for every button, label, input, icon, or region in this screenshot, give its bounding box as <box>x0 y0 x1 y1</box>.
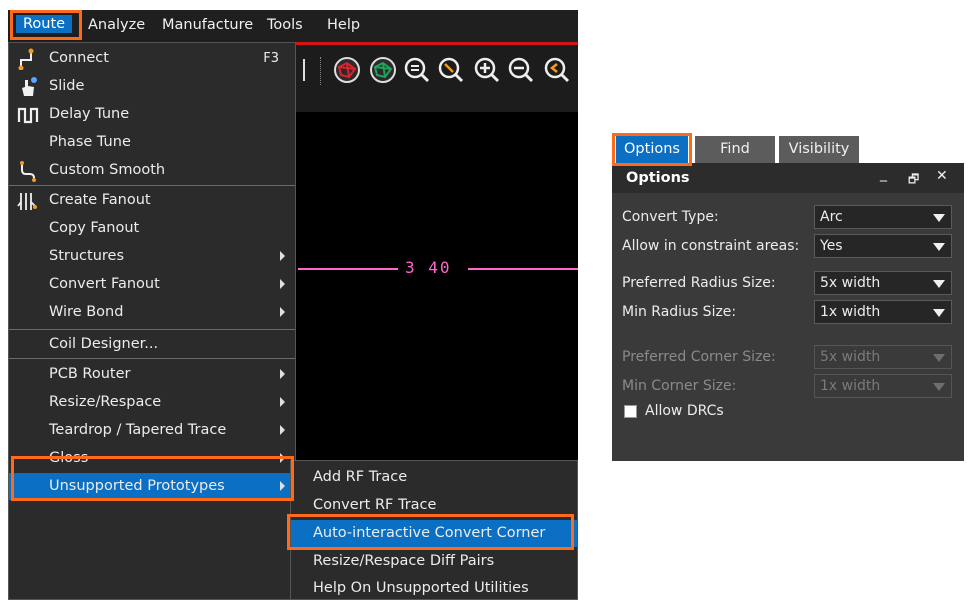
minimize-icon[interactable]: _ <box>880 166 887 182</box>
menu-tools[interactable]: Tools <box>267 17 303 33</box>
submenu-arrow-icon <box>280 279 285 289</box>
preferred-corner-label: Preferred Corner Size: <box>622 349 776 365</box>
submenu-arrow-icon <box>280 251 285 261</box>
menu-analyze[interactable]: Analyze <box>88 17 145 33</box>
restore-icon[interactable]: 🗗 <box>908 170 919 191</box>
menu-item-slide[interactable]: Slide <box>9 73 295 100</box>
panel-header: Options _ 🗗 ✕ <box>612 163 964 193</box>
menu-item-resize-respace[interactable]: Resize/Respace <box>9 389 295 416</box>
fanout-icon <box>17 193 37 210</box>
panel-title: Options <box>626 170 690 186</box>
menu-item-coil-designer[interactable]: Coil Designer... <box>9 331 295 358</box>
submenu-arrow-icon <box>280 453 285 463</box>
tab-find[interactable]: Find <box>695 136 775 163</box>
min-radius-label: Min Radius Size: <box>622 304 737 320</box>
menu-item-connect[interactable]: Connect F3 <box>9 45 295 72</box>
menu-item-phase-tune[interactable]: Phase Tune <box>9 129 295 156</box>
preferred-radius-label: Preferred Radius Size: <box>622 275 776 291</box>
toolbar-grip-icon <box>303 59 305 81</box>
menu-item-copy-fanout[interactable]: Copy Fanout <box>9 215 295 242</box>
delay-tune-icon <box>17 107 39 124</box>
allow-constraint-select[interactable]: Yes <box>814 234 952 258</box>
zoom-pan-icon[interactable] <box>436 55 466 85</box>
convert-type-select[interactable]: Arc <box>814 205 952 229</box>
dropdown-arrow-icon <box>933 309 945 317</box>
convert-type-label: Convert Type: <box>622 209 719 225</box>
custom-smooth-icon <box>20 161 36 182</box>
submenu-item-help-unsupported[interactable]: Help On Unsupported Utilities <box>291 575 577 600</box>
pcb-trace <box>468 268 578 270</box>
allow-drcs-checkbox[interactable] <box>624 405 637 418</box>
menu-item-delay-tune[interactable]: Delay Tune <box>9 101 295 128</box>
menubar: Route Analyze Manufacture Tools Help <box>8 10 578 42</box>
submenu-item-convert-rf-trace[interactable]: Convert RF Trace <box>291 492 577 519</box>
close-icon[interactable]: ✕ <box>936 168 948 184</box>
menu-item-gloss[interactable]: Gloss <box>9 445 295 472</box>
pcb-dimension-text: 3 40 <box>405 258 452 277</box>
menu-route[interactable]: Route <box>16 15 73 33</box>
menu-item-pcb-router[interactable]: PCB Router <box>9 361 295 388</box>
app-window: Route Analyze Manufacture Tools Help 3 4… <box>8 10 578 600</box>
tab-visibility[interactable]: Visibility <box>779 136 859 163</box>
dropdown-arrow-icon <box>933 383 945 391</box>
zoom-in-icon[interactable] <box>472 55 502 85</box>
panel-tabs: Options Find Visibility <box>612 133 964 163</box>
min-corner-label: Min Corner Size: <box>622 378 737 394</box>
pcb-trace <box>298 268 398 270</box>
submenu-item-add-rf-trace[interactable]: Add RF Trace <box>291 464 577 491</box>
menu-item-create-fanout[interactable]: Create Fanout <box>9 187 295 214</box>
tab-options[interactable]: Options <box>616 136 688 163</box>
allow-drcs-label: Allow DRCs <box>645 403 724 419</box>
menu-item-teardrop[interactable]: Teardrop / Tapered Trace <box>9 417 295 444</box>
slide-hand-icon <box>22 77 37 96</box>
preferred-corner-select: 5x width <box>814 345 952 369</box>
submenu-arrow-icon <box>280 481 285 491</box>
menu-item-wire-bond[interactable]: Wire Bond <box>9 299 295 326</box>
min-corner-select: 1x width <box>814 374 952 398</box>
menu-item-structures[interactable]: Structures <box>9 243 295 270</box>
dropdown-arrow-icon <box>933 354 945 362</box>
menu-item-unsupported-prototypes[interactable]: Unsupported Prototypes <box>9 473 295 500</box>
connect-icon <box>18 48 34 70</box>
dropdown-arrow-icon <box>933 280 945 288</box>
menu-item-convert-fanout[interactable]: Convert Fanout <box>9 271 295 298</box>
unsupported-prototypes-submenu: Add RF Trace Convert RF Trace Auto-inter… <box>290 460 578 600</box>
preferred-radius-select[interactable]: 5x width <box>814 271 952 295</box>
submenu-arrow-icon <box>280 397 285 407</box>
menu-manufacture[interactable]: Manufacture <box>162 17 253 33</box>
zoom-list-icon[interactable] <box>402 55 432 85</box>
submenu-arrow-icon <box>280 307 285 317</box>
min-radius-select[interactable]: 1x width <box>814 300 952 324</box>
ratsnest-green-icon[interactable] <box>368 55 398 85</box>
zoom-out-icon[interactable] <box>506 55 536 85</box>
toolbar <box>288 42 578 112</box>
submenu-item-resize-respace-diff-pairs[interactable]: Resize/Respace Diff Pairs <box>291 548 577 575</box>
dropdown-arrow-icon <box>933 243 945 251</box>
options-panel: Options Find Visibility Options _ 🗗 ✕ Co… <box>612 133 964 461</box>
ratsnest-red-icon[interactable] <box>332 55 362 85</box>
allow-constraint-label: Allow in constraint areas: <box>622 238 800 254</box>
menu-help[interactable]: Help <box>327 17 360 33</box>
submenu-arrow-icon <box>280 369 285 379</box>
dropdown-arrow-icon <box>933 214 945 222</box>
submenu-arrow-icon <box>280 425 285 435</box>
submenu-item-auto-interactive-convert-corner[interactable]: Auto-interactive Convert Corner <box>291 520 577 547</box>
menu-item-custom-smooth[interactable]: Custom Smooth <box>9 157 295 184</box>
route-dropdown-menu: Connect F3 Slide Delay Tune Phase Tune C… <box>8 42 296 600</box>
zoom-previous-icon[interactable] <box>542 55 572 85</box>
